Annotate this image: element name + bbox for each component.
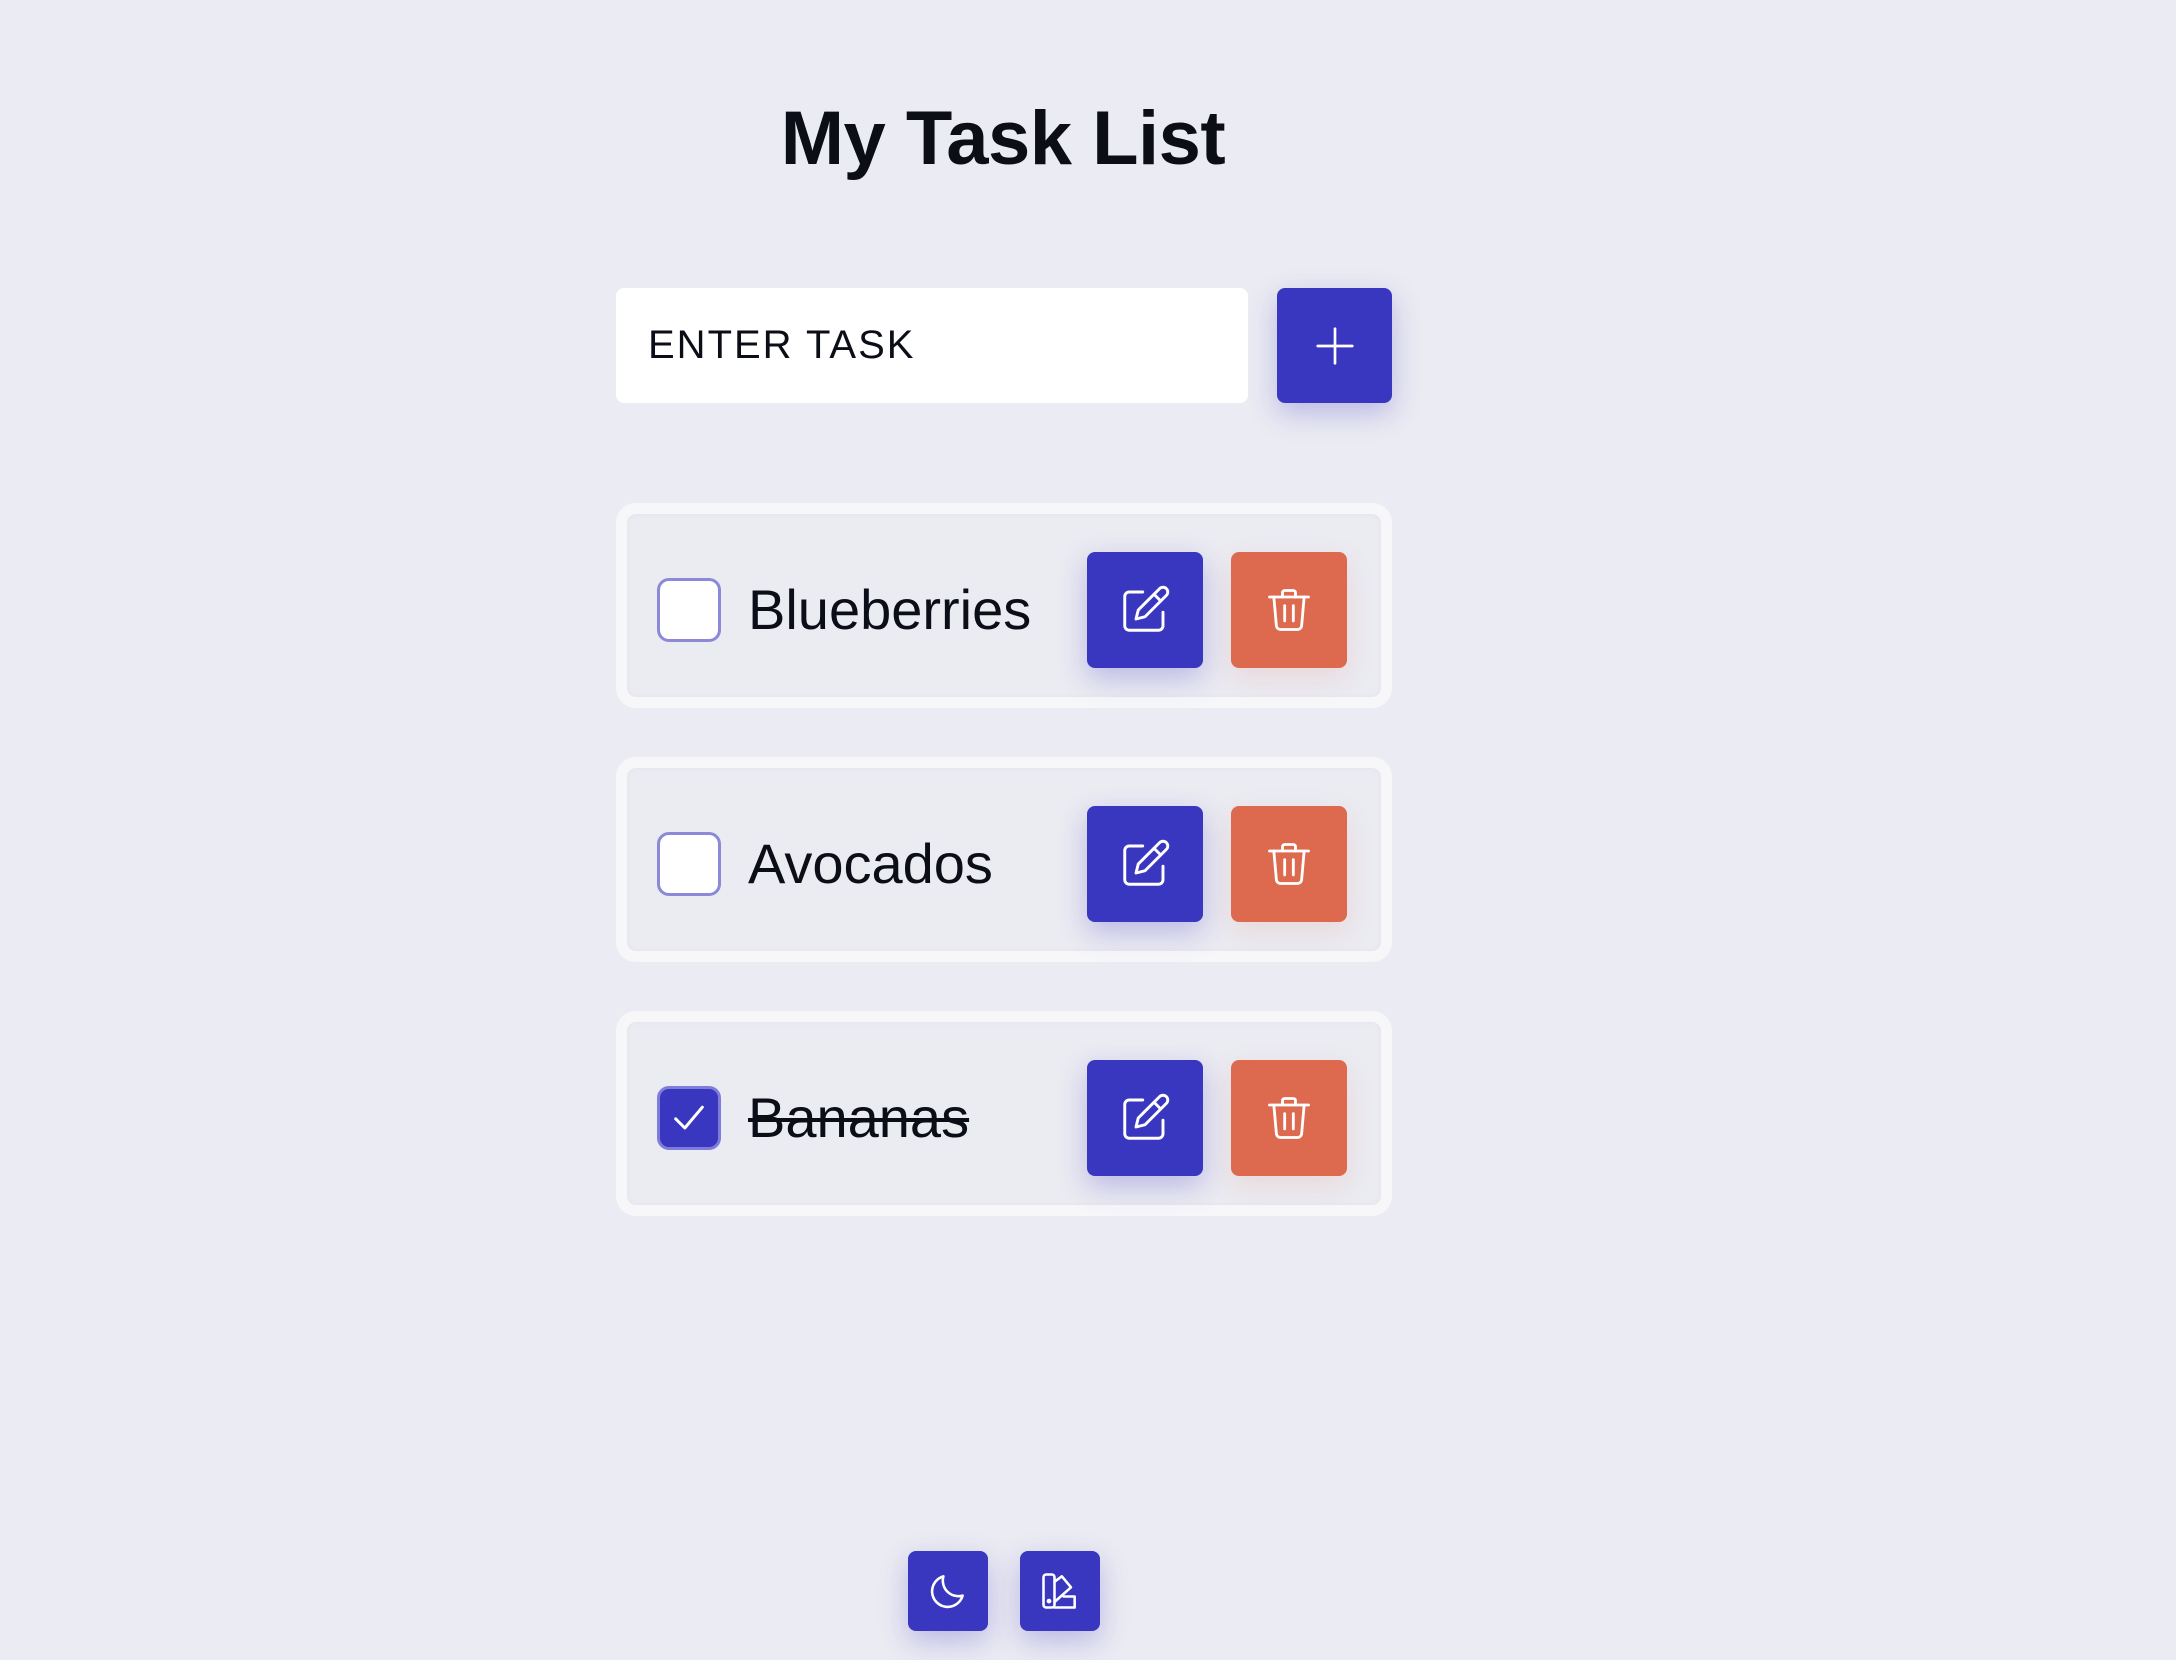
trash-icon [1263, 584, 1315, 636]
task-checkbox[interactable] [657, 578, 721, 642]
edit-task-button[interactable] [1087, 806, 1203, 922]
add-task-button[interactable] [1277, 288, 1392, 403]
task-item: Blueberries [616, 503, 1392, 708]
task-item: Avocados [616, 757, 1392, 962]
delete-task-button[interactable] [1231, 1060, 1347, 1176]
delete-task-button[interactable] [1231, 552, 1347, 668]
palette-button[interactable] [1020, 1551, 1100, 1631]
task-input[interactable] [616, 288, 1248, 403]
task-item: Bananas [616, 1011, 1392, 1216]
edit-icon [1118, 837, 1172, 891]
plus-icon [1312, 323, 1358, 369]
trash-icon [1263, 838, 1315, 890]
task-checkbox[interactable] [657, 832, 721, 896]
task-label: Blueberries [748, 578, 1032, 641]
edit-task-button[interactable] [1087, 552, 1203, 668]
task-checkbox[interactable] [657, 1086, 721, 1150]
page-title: My Task List [780, 96, 1226, 181]
edit-task-button[interactable] [1087, 1060, 1203, 1176]
moon-icon [926, 1569, 970, 1613]
edit-icon [1118, 583, 1172, 637]
palette-icon [1038, 1569, 1082, 1613]
task-label: Avocados [748, 832, 993, 895]
edit-icon [1118, 1091, 1172, 1145]
checkmark-icon [669, 1098, 709, 1138]
task-label: Bananas [748, 1086, 970, 1149]
delete-task-button[interactable] [1231, 806, 1347, 922]
theme-toggle-button[interactable] [908, 1551, 988, 1631]
trash-icon [1263, 1092, 1315, 1144]
